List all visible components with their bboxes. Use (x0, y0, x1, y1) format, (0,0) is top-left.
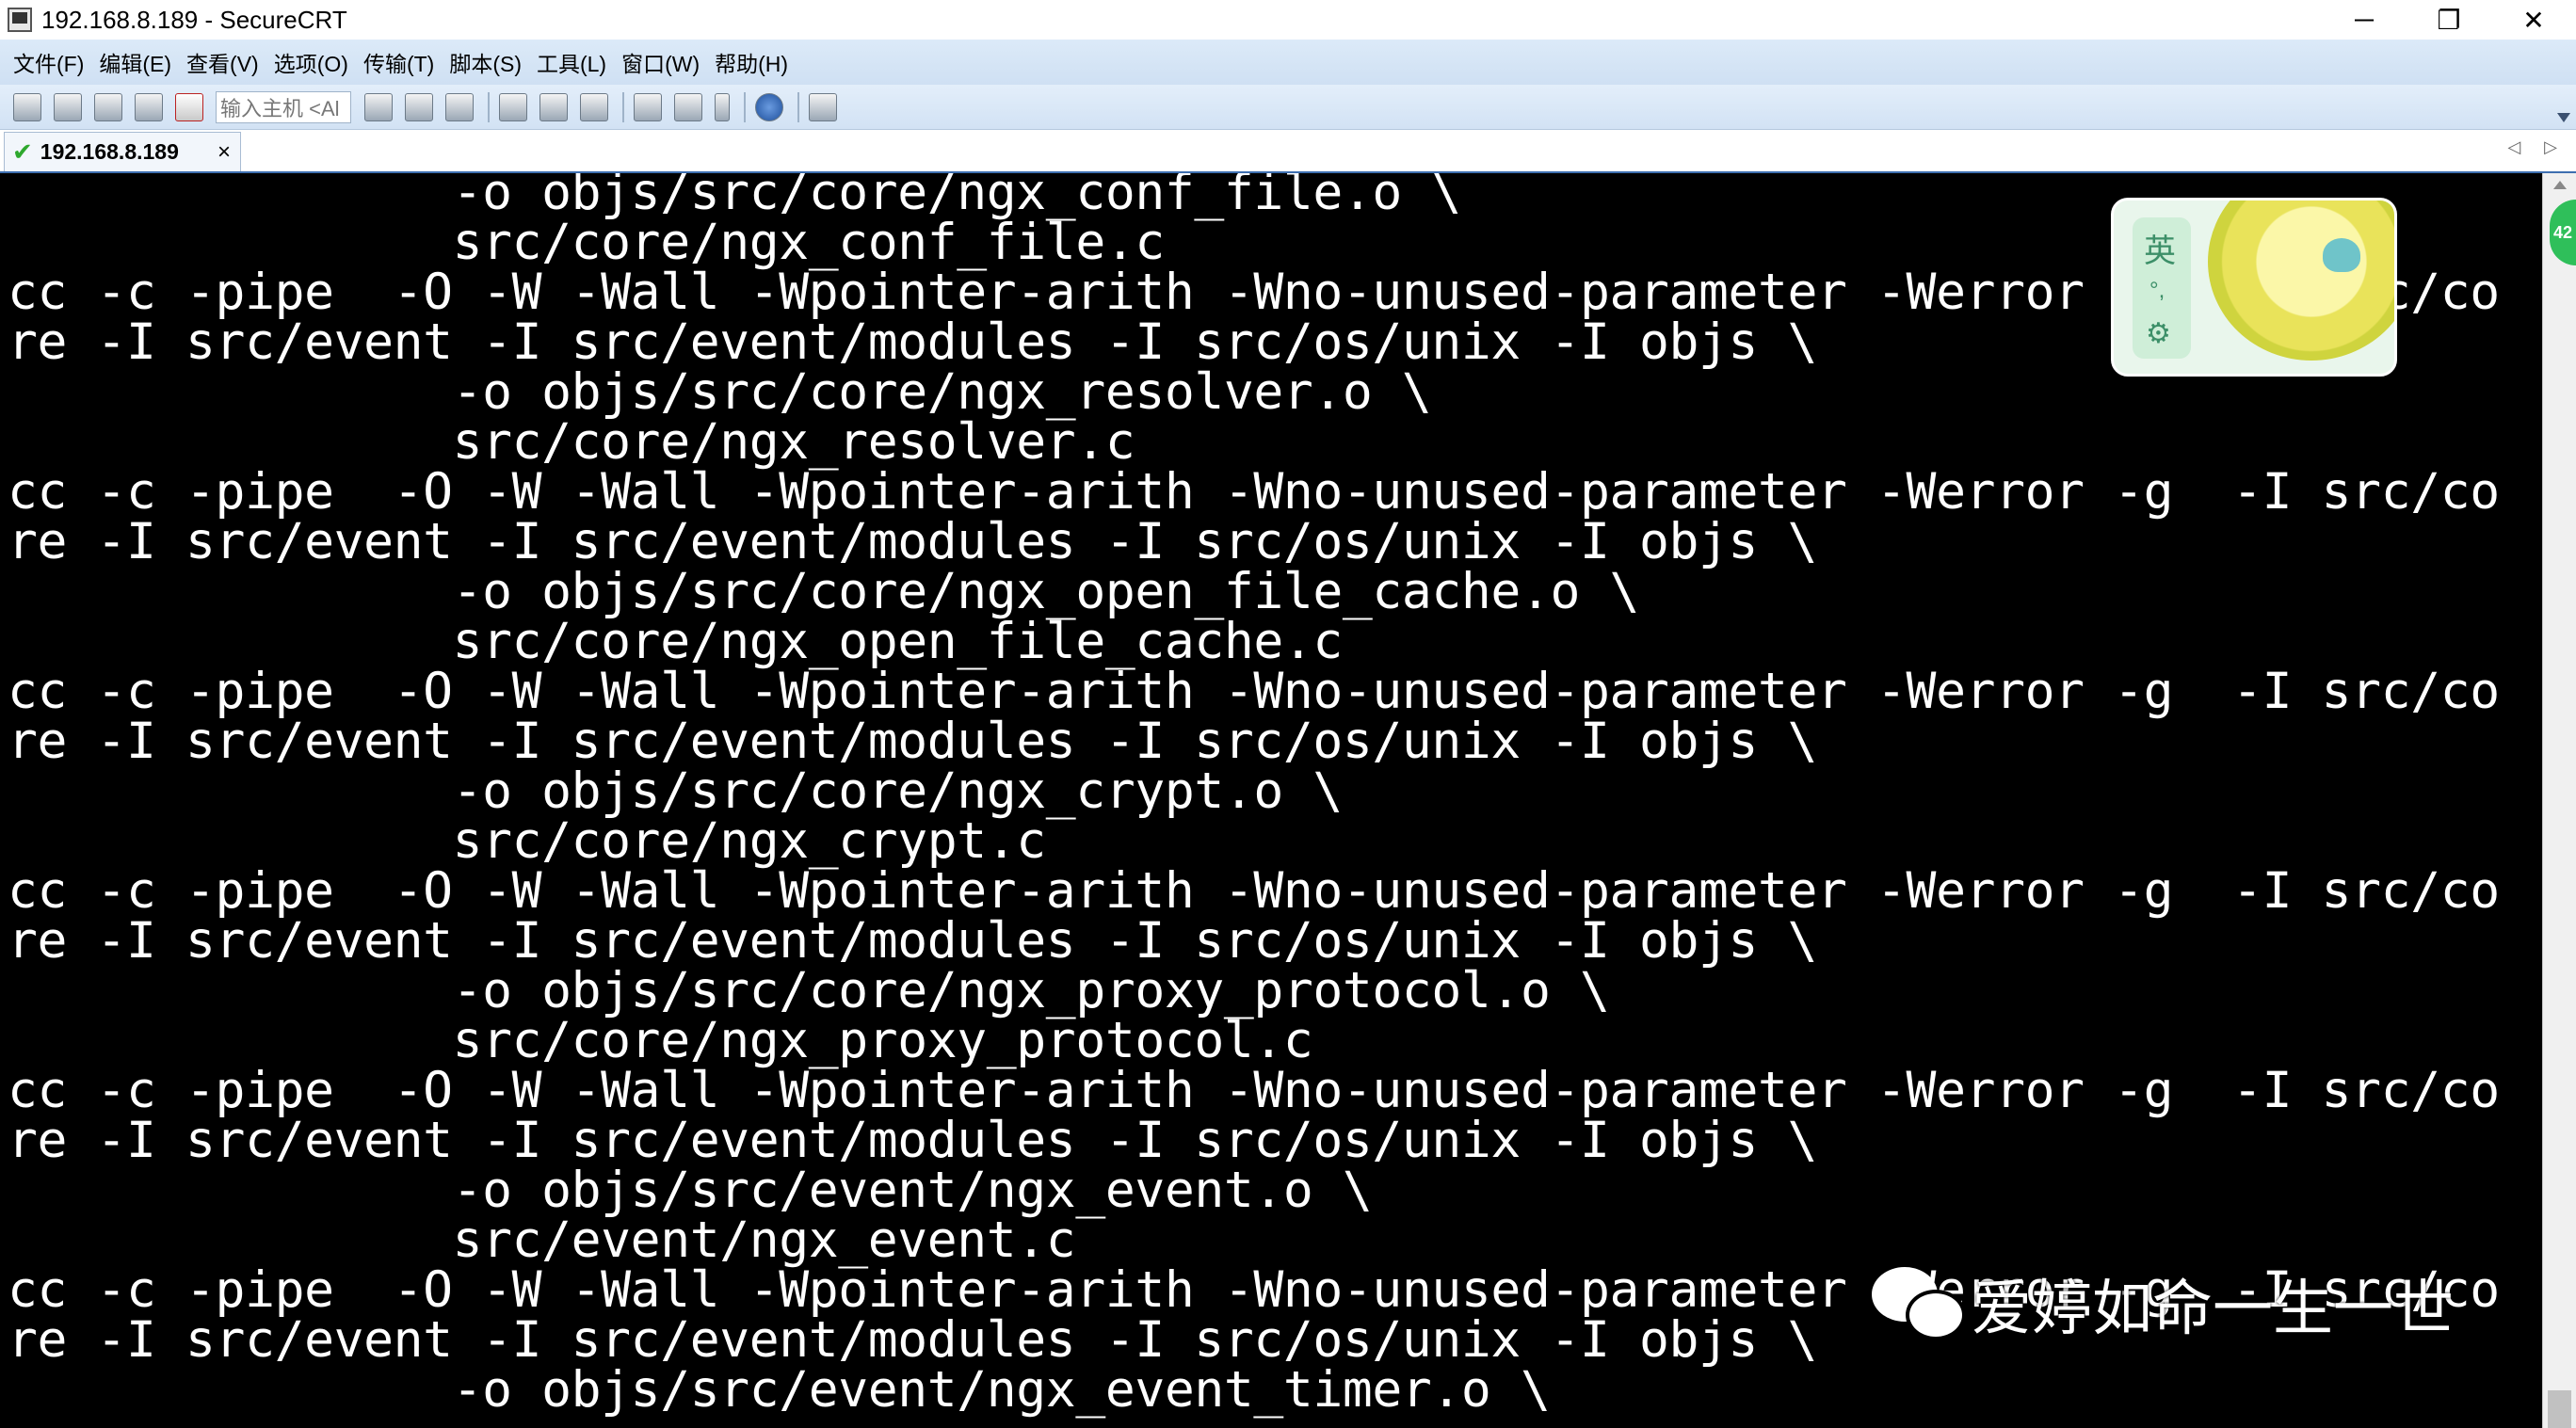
toolbar-separator (622, 91, 624, 122)
terminal-line: -o objs/src/core/ngx_crypt.o \ (8, 762, 1344, 820)
terminal-line: cc -c -pipe -O -W -Wall -Wpointer-arith … (8, 862, 2500, 920)
terminal-line: -o objs/src/core/ngx_proxy_protocol.o \ (8, 962, 1610, 1019)
menu-edit[interactable]: 编辑(E) (99, 46, 171, 78)
connected-check-icon: ✔ (12, 137, 33, 166)
scrollbar-thumb[interactable] (2548, 1390, 2571, 1428)
watermark-text: 爱婷如命一生一世 (1972, 1275, 2454, 1344)
menu-transfer[interactable]: 传输(T) (363, 46, 434, 78)
connect-icon[interactable] (13, 92, 41, 121)
menu-options[interactable]: 选项(O) (274, 46, 348, 78)
terminal-line: src/core/ngx_open_file_cache.c (8, 613, 1344, 670)
securecrt-app-icon[interactable] (8, 8, 32, 32)
toolbar-separator (744, 91, 746, 122)
toolbar-overflow-icon[interactable] (2557, 113, 2570, 122)
session-tab-strip: ✔ 192.168.8.189 × ◁ ▷ (0, 130, 2576, 174)
find-icon[interactable] (445, 92, 474, 121)
session-options-icon[interactable] (634, 92, 662, 121)
wechat-watermark: 爱婷如命一生一世 (1868, 1261, 2454, 1346)
menu-script[interactable]: 脚本(S) (449, 46, 522, 78)
terminal-scrollbar[interactable] (2542, 173, 2576, 1428)
restore-button[interactable]: ❐ (2407, 0, 2491, 40)
menu-file[interactable]: 文件(F) (13, 46, 84, 78)
wechat-bubble-small (1906, 1290, 1966, 1340)
menu-tools[interactable]: 工具(L) (537, 46, 606, 78)
session-tab-label: 192.168.8.189 (40, 139, 179, 164)
reconnect-icon[interactable] (135, 92, 163, 121)
connect-in-tab-icon[interactable] (94, 92, 122, 121)
terminal-line: re -I src/event -I src/event/modules -I … (8, 713, 1818, 770)
keymap-icon[interactable] (715, 92, 730, 121)
terminal-line: -o objs/src/event/ngx_event.o \ (8, 1162, 1373, 1219)
title-bar: 192.168.8.189 - SecureCRT ─ ❐ ✕ (0, 0, 2576, 40)
scroll-up-icon[interactable] (2552, 181, 2567, 189)
disconnect-icon[interactable] (175, 92, 203, 121)
ime-status-widget[interactable]: 英 °, ⚙ (2111, 198, 2397, 377)
copy-icon[interactable] (364, 92, 393, 121)
ime-punctuation-toggle[interactable]: °, (2149, 278, 2165, 304)
toolbar-separator (488, 91, 490, 122)
terminal-line: src/core/ngx_proxy_protocol.c (8, 1012, 1313, 1069)
close-tab-icon[interactable]: × (217, 139, 231, 166)
menu-view[interactable]: 查看(V) (186, 46, 259, 78)
help-icon[interactable] (755, 92, 783, 121)
tab-scroll-arrows-icon[interactable]: ◁ ▷ (2507, 137, 2567, 157)
terminal-line: src/core/ngx_crypt.c (8, 812, 1047, 870)
print-screen-icon[interactable] (499, 92, 527, 121)
sftp-icon[interactable] (809, 92, 837, 121)
window-title: 192.168.8.189 - SecureCRT (41, 5, 347, 34)
print-icon[interactable] (580, 92, 608, 121)
wechat-logo-icon (1868, 1261, 1972, 1346)
terminal-line: cc -c -pipe -O -W -Wall -Wpointer-arith … (8, 1062, 2500, 1119)
ime-settings-icon[interactable]: ⚙ (2146, 317, 2171, 350)
menu-help[interactable]: 帮助(H) (715, 46, 788, 78)
menu-window[interactable]: 窗口(W) (621, 46, 700, 78)
terminal-line: -o objs/src/event/ngx_event_timer.o \ (8, 1361, 1551, 1419)
terminal-line: src/core/ngx_resolver.c (8, 413, 1135, 471)
terminal-line: cc -c -pipe -O -W -Wall -Wpointer-arith … (8, 663, 2500, 720)
terminal-line: cc -c -pipe -O -W -Wall -Wpointer-arith … (8, 463, 2500, 521)
menu-bar: 文件(F) 编辑(E) 查看(V) 选项(O) 传输(T) 脚本(S) 工具(L… (0, 40, 2576, 85)
terminal-line: re -I src/event -I src/event/modules -I … (8, 1112, 1818, 1169)
paste-icon[interactable] (405, 92, 433, 121)
host-input[interactable] (216, 90, 351, 123)
toolbar-separator (797, 91, 799, 122)
ime-language-toggle[interactable]: 英 (2144, 225, 2176, 271)
session-tab[interactable]: ✔ 192.168.8.189 × (4, 132, 241, 171)
terminal-line: re -I src/event -I src/event/modules -I … (8, 513, 1818, 570)
heart-decoration-icon (2323, 238, 2360, 272)
print-selection-icon[interactable] (539, 92, 568, 121)
lemon-skin-image (2208, 201, 2394, 361)
toolbar (0, 85, 2576, 130)
window-controls: ─ ❐ ✕ (2322, 0, 2576, 40)
terminal-line: re -I src/event -I src/event/modules -I … (8, 912, 1818, 970)
global-options-icon[interactable] (674, 92, 702, 121)
quick-connect-icon[interactable] (54, 92, 82, 121)
terminal-line: src/event/ngx_event.c (8, 1211, 1076, 1269)
terminal-line: -o objs/src/core/ngx_open_file_cache.o \ (8, 563, 1640, 620)
minimize-button[interactable]: ─ (2322, 0, 2407, 40)
close-button[interactable]: ✕ (2491, 0, 2576, 40)
